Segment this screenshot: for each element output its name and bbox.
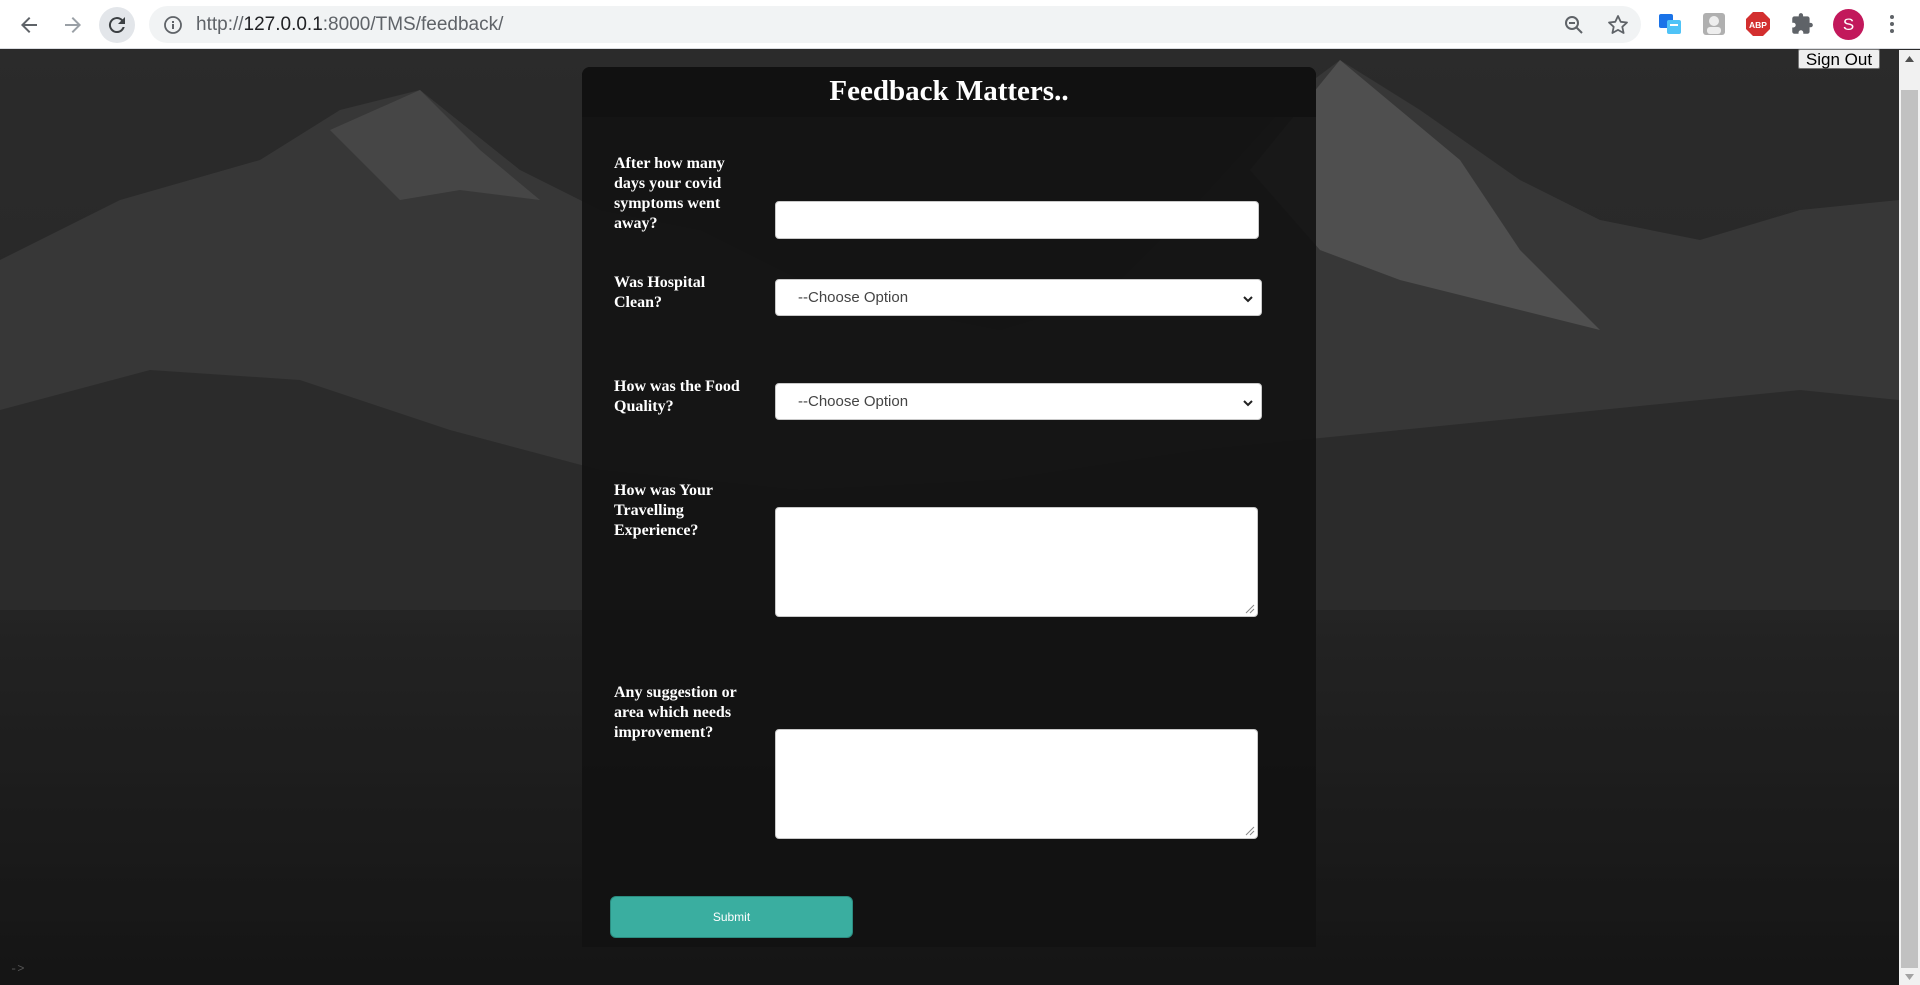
back-button[interactable] (11, 7, 47, 43)
avatar[interactable]: S (1833, 9, 1864, 40)
submit-button[interactable]: Submit (610, 896, 853, 938)
food-quality-select[interactable]: --Choose Option (775, 383, 1262, 420)
resize-grip-icon[interactable] (1245, 826, 1255, 836)
question-label-hospital-clean: Was Hospital Clean? (614, 274, 706, 311)
suggestion-textarea[interactable] (775, 729, 1258, 839)
translate-extension-icon[interactable] (1657, 11, 1683, 37)
question-label-travelling-experience: How was Your Travelling Experience? (614, 482, 713, 539)
reload-button[interactable] (99, 7, 135, 43)
symptom-days-input[interactable] (775, 201, 1259, 239)
star-icon[interactable] (1606, 13, 1630, 37)
resize-grip-icon[interactable] (1245, 604, 1255, 614)
adblock-icon[interactable]: ABP (1745, 11, 1771, 37)
triangle-down-icon (1905, 973, 1914, 980)
chevron-down-icon (1243, 296, 1253, 303)
hospital-clean-select[interactable]: --Choose Option (775, 279, 1262, 316)
scroll-down-button[interactable] (1899, 968, 1920, 985)
browser-toolbar: http://127.0.0.1:8000/TMS/feedback/ ABP … (0, 0, 1920, 49)
info-icon[interactable] (163, 15, 183, 35)
reload-icon (108, 17, 125, 34)
feedback-form: Feedback Matters.. After how many days y… (582, 67, 1316, 947)
arrow-left-icon (21, 17, 37, 33)
more-vert-icon[interactable] (1880, 12, 1904, 36)
vertical-scrollbar[interactable] (1899, 50, 1920, 985)
triangle-up-icon (1905, 55, 1914, 62)
select-value: --Choose Option (798, 289, 909, 306)
scroll-up-button[interactable] (1899, 50, 1920, 67)
travelling-experience-textarea[interactable] (775, 507, 1258, 617)
page-title: Feedback Matters.. (829, 75, 1069, 107)
address-bar[interactable]: http://127.0.0.1:8000/TMS/feedback/ (149, 6, 1641, 43)
forward-button[interactable] (55, 7, 91, 43)
question-label-food-quality: How was the Food Quality? (614, 378, 740, 415)
scrollbar-thumb[interactable] (1901, 90, 1918, 968)
select-value: --Choose Option (798, 393, 909, 410)
question-label-suggestion: Any suggestion or area which needs impro… (614, 684, 737, 741)
form-header: Feedback Matters.. (582, 67, 1316, 117)
arrow-right-icon (65, 17, 81, 33)
sign-out-button[interactable]: Sign Out (1798, 49, 1880, 69)
profile-extension-icon[interactable] (1701, 11, 1727, 37)
question-label-symptom-days: After how many days your covid symptoms … (614, 155, 725, 232)
puzzle-icon[interactable] (1789, 11, 1815, 37)
zoom-out-icon[interactable] (1562, 13, 1586, 37)
corner-hint-text: -> (10, 962, 25, 976)
svg-text:ABP: ABP (1749, 20, 1767, 30)
url-text[interactable]: http://127.0.0.1:8000/TMS/feedback/ (196, 14, 503, 36)
chevron-down-icon (1243, 400, 1253, 407)
